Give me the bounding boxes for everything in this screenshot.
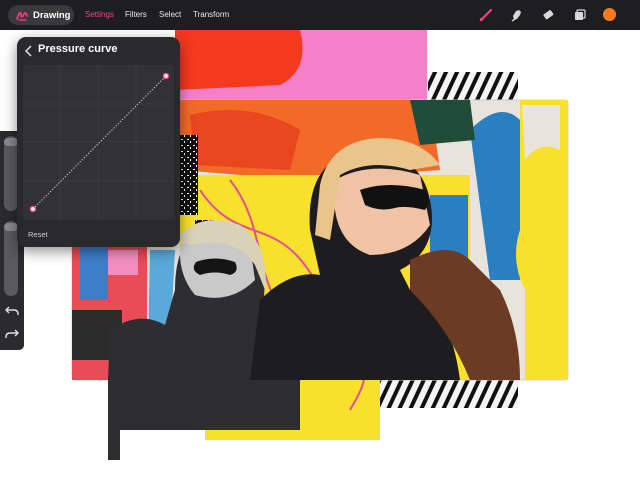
eraser-icon[interactable] <box>540 7 556 23</box>
app-title: Drawing <box>33 9 71 21</box>
menu-filters[interactable]: Filters <box>125 0 147 30</box>
curve-grid <box>23 65 174 220</box>
top-toolbar: Drawing Settings Filters Select Transfor… <box>0 0 640 30</box>
opacity-knob[interactable] <box>4 223 18 231</box>
menu-select[interactable]: Select <box>159 0 181 30</box>
panel-title: Pressure curve <box>38 43 118 55</box>
brush-size-slider[interactable] <box>4 136 18 211</box>
brush-icon[interactable] <box>478 7 494 23</box>
curve-end-handle[interactable] <box>162 72 170 80</box>
reset-button[interactable]: Reset <box>28 230 48 239</box>
menu-settings[interactable]: Settings <box>85 0 114 30</box>
pressure-curve-line <box>32 75 167 210</box>
opacity-slider[interactable] <box>4 221 18 296</box>
brush-size-knob[interactable] <box>4 138 18 146</box>
color-picker-button[interactable] <box>603 8 616 21</box>
undo-icon[interactable] <box>4 304 20 318</box>
brush-scribble-icon <box>16 11 28 21</box>
layers-icon[interactable] <box>572 7 588 23</box>
redo-icon[interactable] <box>4 327 20 341</box>
pressure-curve-panel: Pressure curve Reset <box>17 37 180 247</box>
smudge-icon[interactable] <box>509 7 525 23</box>
chevron-left-icon[interactable] <box>24 45 34 57</box>
curve-start-handle[interactable] <box>29 205 37 213</box>
pressure-curve-graph[interactable] <box>23 65 174 220</box>
menu-transform[interactable]: Transform <box>193 0 229 30</box>
gallery-button[interactable]: Drawing <box>8 5 74 25</box>
